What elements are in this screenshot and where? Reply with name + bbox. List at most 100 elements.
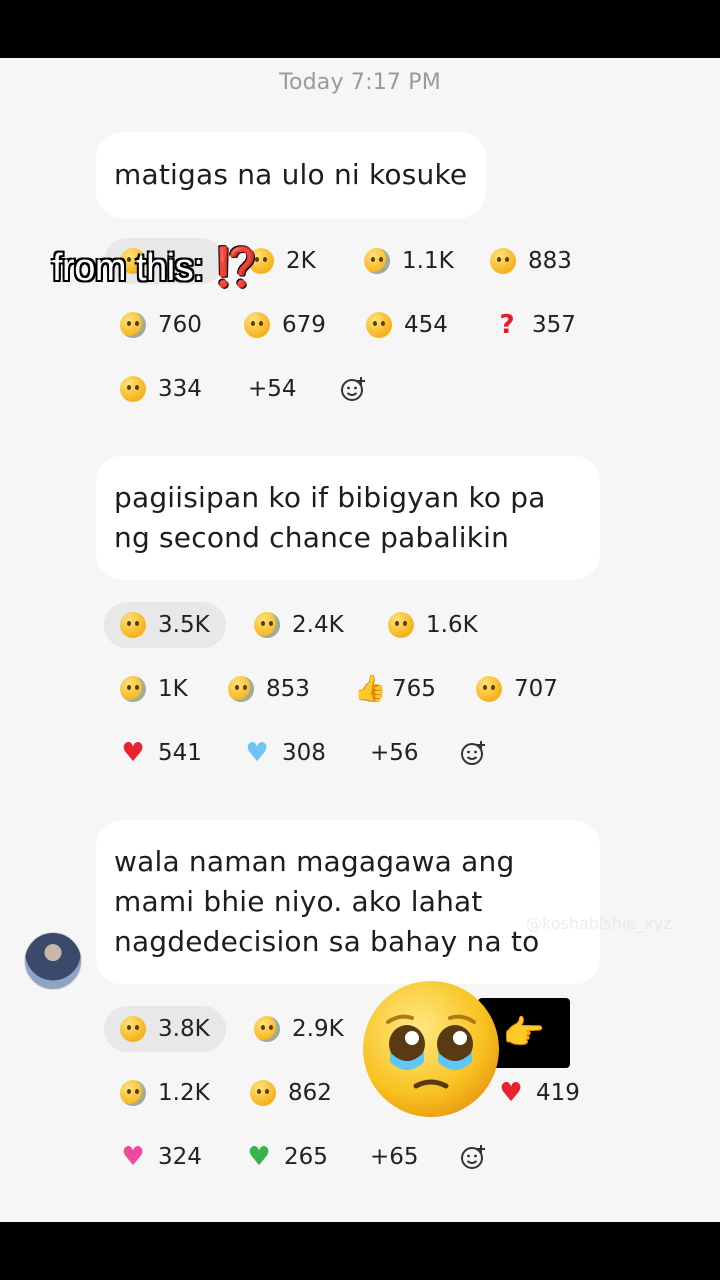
question-mark-icon: ? bbox=[499, 310, 515, 340]
message-text: pagiisipan ko if bibigyan ko pa bbox=[114, 481, 546, 514]
message-text: ng second chance pabalikin bbox=[114, 521, 510, 554]
reaction-count: 454 bbox=[404, 312, 448, 338]
reaction-count: 541 bbox=[158, 740, 202, 766]
slight-smile-icon bbox=[366, 312, 392, 338]
reaction-count: 334 bbox=[158, 376, 202, 402]
reaction-chip[interactable]: 334 bbox=[104, 366, 218, 412]
message-bubble[interactable]: pagiisipan ko if bibigyan ko pa ng secon… bbox=[96, 456, 600, 580]
laughing-face-icon bbox=[120, 376, 146, 402]
reaction-row: 1K 853 👍 765 707 bbox=[104, 666, 584, 716]
reaction-row: 3.5K 2.4K 1.6K bbox=[104, 602, 524, 652]
downcast-sweat-face-icon bbox=[120, 312, 146, 338]
pensive-face-icon bbox=[250, 1080, 276, 1106]
reaction-chip[interactable]: 2.4K bbox=[238, 602, 360, 648]
reaction-count: 324 bbox=[158, 1144, 202, 1170]
reaction-chip[interactable]: 883 bbox=[474, 238, 588, 284]
reaction-count: 419 bbox=[536, 1080, 580, 1106]
add-reaction-icon[interactable] bbox=[450, 1134, 496, 1180]
green-heart-icon: ♥ bbox=[247, 1142, 271, 1172]
reaction-chip[interactable]: ♥ 541 bbox=[104, 730, 218, 776]
watermark: @koshablshie_xyz bbox=[526, 914, 672, 933]
reaction-row: 1.2K 862 ♥ 419 bbox=[104, 1070, 604, 1120]
message-text: wala naman magagawa ang bbox=[114, 845, 515, 878]
reaction-chip[interactable]: 760 bbox=[104, 302, 218, 348]
reaction-count: 760 bbox=[158, 312, 202, 338]
reaction-chip[interactable]: 1.6K bbox=[372, 602, 494, 648]
add-reaction-icon[interactable] bbox=[450, 730, 496, 776]
pink-heart-icon: ♥ bbox=[121, 1142, 145, 1172]
reaction-count: 1.6K bbox=[426, 612, 478, 638]
reaction-row: ♥ 324 ♥ 265 +65 bbox=[104, 1134, 524, 1184]
caption-text: from this: bbox=[52, 247, 204, 289]
frowning-face-icon bbox=[388, 612, 414, 638]
pleading-face-icon bbox=[364, 248, 390, 274]
reaction-count: 3.8K bbox=[158, 1016, 210, 1042]
reaction-row: 760 679 454 ? 357 bbox=[104, 302, 604, 352]
screaming-face-icon bbox=[244, 312, 270, 338]
reaction-chip[interactable]: 👍 765 bbox=[338, 666, 452, 712]
reaction-count: 265 bbox=[284, 1144, 328, 1170]
chat-screen: Today 7:17 PM matigas na ulo ni kosuke 2… bbox=[0, 58, 720, 1222]
reaction-chip[interactable]: 1.1K bbox=[348, 238, 470, 284]
avatar[interactable] bbox=[24, 932, 82, 990]
reaction-count: 1.1K bbox=[402, 248, 454, 274]
crying-face-icon bbox=[254, 612, 280, 638]
add-reaction-icon[interactable] bbox=[330, 366, 376, 412]
message-text: mami bhie niyo. ako lahat bbox=[114, 885, 483, 918]
reaction-chip[interactable]: 862 bbox=[234, 1070, 348, 1116]
red-heart-icon: ♥ bbox=[121, 738, 145, 768]
reaction-count: 3.5K bbox=[158, 612, 210, 638]
reaction-chip[interactable]: ♥ 324 bbox=[104, 1134, 218, 1180]
reaction-chip[interactable]: 1K bbox=[104, 666, 204, 712]
reaction-row: 3.8K 2.9K bbox=[104, 1006, 404, 1056]
pensive-face-icon bbox=[490, 248, 516, 274]
pointing-hand-icon: 👉 bbox=[502, 1013, 546, 1053]
pleading-face-sticker-icon bbox=[363, 981, 499, 1117]
reaction-count: 2.9K bbox=[292, 1016, 344, 1042]
thumbs-up-icon: 👍 bbox=[354, 674, 387, 704]
reaction-count: 1K bbox=[158, 676, 188, 702]
reaction-chip[interactable]: 707 bbox=[460, 666, 574, 712]
reaction-count: 308 bbox=[282, 740, 326, 766]
reaction-count: 862 bbox=[288, 1080, 332, 1106]
reaction-row: 334 +54 bbox=[104, 366, 404, 416]
reaction-chip[interactable]: 679 bbox=[228, 302, 342, 348]
reaction-count: 2K bbox=[286, 248, 316, 274]
crying-face-icon bbox=[254, 1016, 280, 1042]
exclamation-question-icon: ⁉️ bbox=[213, 247, 261, 289]
reaction-count: 2.4K bbox=[292, 612, 344, 638]
reaction-row: ♥ 541 ♥ 308 +56 bbox=[104, 730, 524, 780]
reaction-chip[interactable]: 454 bbox=[350, 302, 464, 348]
reaction-chip[interactable]: ? 357 bbox=[478, 302, 592, 348]
reaction-chip[interactable]: 1.2K bbox=[104, 1070, 226, 1116]
reaction-chip[interactable]: 3.5K bbox=[104, 602, 226, 648]
reaction-count: 883 bbox=[528, 248, 572, 274]
reaction-chip[interactable]: 853 bbox=[212, 666, 326, 712]
more-reactions-button[interactable]: +56 bbox=[354, 730, 435, 776]
downcast-sweat-face-icon bbox=[120, 1080, 146, 1106]
reaction-count: 1.2K bbox=[158, 1080, 210, 1106]
downcast-sweat-face-icon bbox=[228, 676, 254, 702]
more-reactions-button[interactable]: +54 bbox=[232, 366, 313, 412]
confused-face-icon bbox=[476, 676, 502, 702]
confused-face-icon bbox=[120, 612, 146, 638]
reaction-chip[interactable]: ♥ 308 bbox=[228, 730, 342, 776]
confused-face-icon bbox=[120, 1016, 146, 1042]
reaction-count: 853 bbox=[266, 676, 310, 702]
pleading-face-icon bbox=[120, 676, 146, 702]
reaction-count: 707 bbox=[514, 676, 558, 702]
reaction-count: 679 bbox=[282, 312, 326, 338]
message-bubble[interactable]: matigas na ulo ni kosuke bbox=[96, 132, 486, 218]
message-text: nagdedecision sa bahay na to bbox=[114, 925, 540, 958]
message-text: matigas na ulo ni kosuke bbox=[114, 158, 468, 191]
reaction-chip[interactable]: 2.9K bbox=[238, 1006, 360, 1052]
blue-heart-icon: ♥ bbox=[245, 738, 269, 768]
reaction-chip[interactable]: ♥ 265 bbox=[230, 1134, 344, 1180]
reaction-count: 765 bbox=[392, 676, 436, 702]
more-reactions-button[interactable]: +65 bbox=[354, 1134, 435, 1180]
reaction-chip[interactable]: 3.8K bbox=[104, 1006, 226, 1052]
reaction-count: 357 bbox=[532, 312, 576, 338]
caption-overlay: from this: ⁉️ bbox=[52, 246, 261, 290]
message-bubble[interactable]: wala naman magagawa ang mami bhie niyo. … bbox=[96, 820, 600, 984]
chat-timestamp: Today 7:17 PM bbox=[279, 70, 441, 95]
